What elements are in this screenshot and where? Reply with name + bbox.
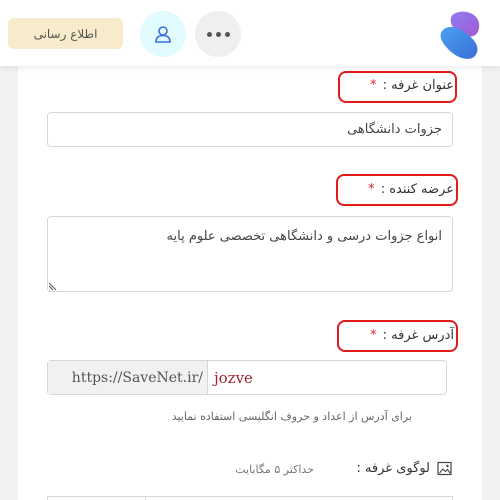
address-input-group: https://SaveNet.ir/ jozve	[47, 360, 447, 395]
provider-textarea[interactable]: انواع جزوات درسی و دانشگاهی تخصصی علوم پ…	[47, 216, 453, 292]
title-input[interactable]: جزوات دانشگاهی	[47, 112, 453, 147]
logo-size-note: حداکثر ۵ مگابایت	[235, 463, 314, 476]
more-dot	[215, 31, 221, 37]
user-icon	[155, 26, 171, 43]
address-label-text: آدرس غرفه :	[382, 328, 454, 343]
provider-label-text: عرضه کننده :	[380, 182, 454, 197]
image-icon	[437, 461, 452, 476]
required-mark: *	[370, 78, 377, 93]
more-dot	[224, 31, 230, 37]
more-dots-icon	[206, 31, 212, 37]
provider-text: انواع جزوات درسی و دانشگاهی تخصصی علوم پ…	[166, 229, 442, 244]
address-input[interactable]: jozve	[208, 361, 446, 394]
more-menu-button[interactable]	[195, 11, 241, 57]
address-prefix: https://SaveNet.ir/	[48, 361, 208, 394]
brand-logo-icon[interactable]	[435, 8, 489, 62]
provider-label: عرضه کننده : *	[338, 182, 454, 197]
required-mark: *	[368, 182, 375, 197]
logo-label: لوگوی غرفه :	[356, 461, 430, 476]
address-hint: برای آدرس از اعداد و حروف انگلیسی استفاد…	[171, 410, 412, 423]
title-label: عنوان غرفه : *	[340, 78, 454, 93]
resize-grip-icon[interactable]	[49, 281, 58, 290]
logo-upload-box[interactable]	[47, 496, 453, 500]
required-mark: *	[370, 328, 377, 343]
user-profile-button[interactable]	[140, 11, 186, 57]
top-header: اطلاع رسانی	[0, 0, 500, 66]
address-label: آدرس غرفه : *	[340, 328, 454, 343]
title-label-text: عنوان غرفه :	[382, 78, 454, 93]
notify-button[interactable]: اطلاع رسانی	[8, 18, 123, 49]
